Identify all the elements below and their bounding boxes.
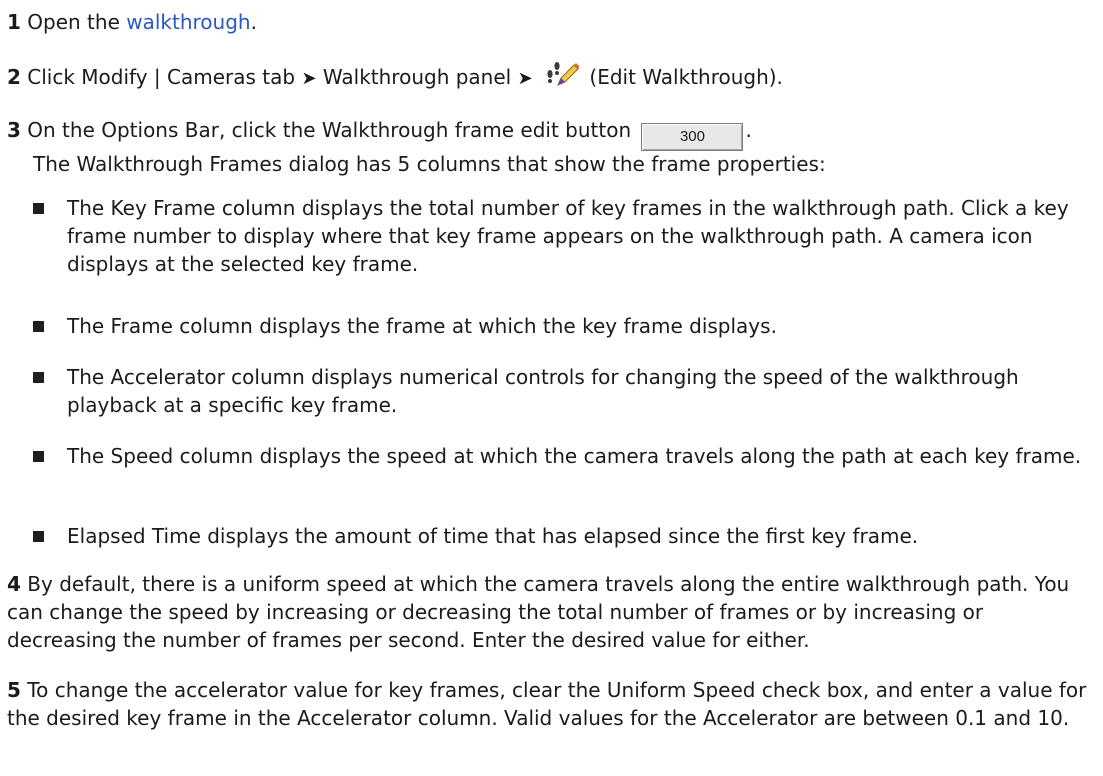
walkthrough-frame-edit-button[interactable]: 300 <box>641 123 744 151</box>
step-text-end: . <box>745 118 752 142</box>
step-number: 1 <box>7 10 21 34</box>
step-text: By default, there is a uniform speed at … <box>7 572 1070 652</box>
walkthrough-link[interactable]: walkthrough <box>126 10 250 34</box>
bullet-square-icon <box>33 531 44 542</box>
list-item: The Frame column displays the frame at w… <box>33 312 1097 340</box>
step-number: 4 <box>7 572 21 596</box>
bullet-square-icon <box>33 372 44 383</box>
step-text: Click Modify | Cameras tab <box>27 65 296 89</box>
list-item: Elapsed Time displays the amount of time… <box>33 522 1097 550</box>
step-text: To change the accelerator value for key … <box>7 678 1087 730</box>
step-3-intro: The Walkthrough Frames dialog has 5 colu… <box>33 152 826 176</box>
step-text: Open the <box>27 10 120 34</box>
step-1: 1 Open the walkthrough. <box>7 8 1097 36</box>
step-5: 5 To change the accelerator value for ke… <box>7 676 1097 732</box>
bullet-square-icon <box>33 321 44 332</box>
step-text-panel: Walkthrough panel <box>322 65 512 89</box>
list-item-text: The Key Frame column displays the total … <box>67 196 1069 276</box>
step-number: 2 <box>7 65 21 89</box>
list-item-text: The Speed column displays the speed at w… <box>67 444 1082 468</box>
step-text: On the Options Bar, click the Walkthroug… <box>27 118 632 142</box>
list-item: The Speed column displays the speed at w… <box>33 442 1097 470</box>
list-item-text: The Frame column displays the frame at w… <box>67 314 777 338</box>
edit-walkthrough-icon[interactable] <box>545 60 581 88</box>
step-number: 5 <box>7 678 21 702</box>
list-item-text: The Accelerator column displays numerica… <box>67 365 1019 417</box>
list-item-text: Elapsed Time displays the amount of time… <box>67 524 919 548</box>
step-text-end: . <box>250 10 257 34</box>
list-item: The Key Frame column displays the total … <box>33 194 1097 278</box>
arrow-separator: ➤ <box>301 68 317 89</box>
bullet-square-icon <box>33 203 44 214</box>
arrow-separator: ➤ <box>517 68 533 89</box>
step-3: 3 On the Options Bar, click the Walkthro… <box>7 116 1097 151</box>
bullet-square-icon <box>33 451 44 462</box>
step-2: 2 Click Modify | Cameras tab ➤ Walkthrou… <box>7 60 1097 93</box>
step-number: 3 <box>7 118 21 142</box>
step-4: 4 By default, there is a uniform speed a… <box>7 570 1097 654</box>
list-item: The Accelerator column displays numerica… <box>33 363 1097 419</box>
document-page: 1 Open the walkthrough. 2 Click Modify |… <box>0 0 1103 776</box>
step-text-end: (Edit Walkthrough). <box>589 65 783 89</box>
